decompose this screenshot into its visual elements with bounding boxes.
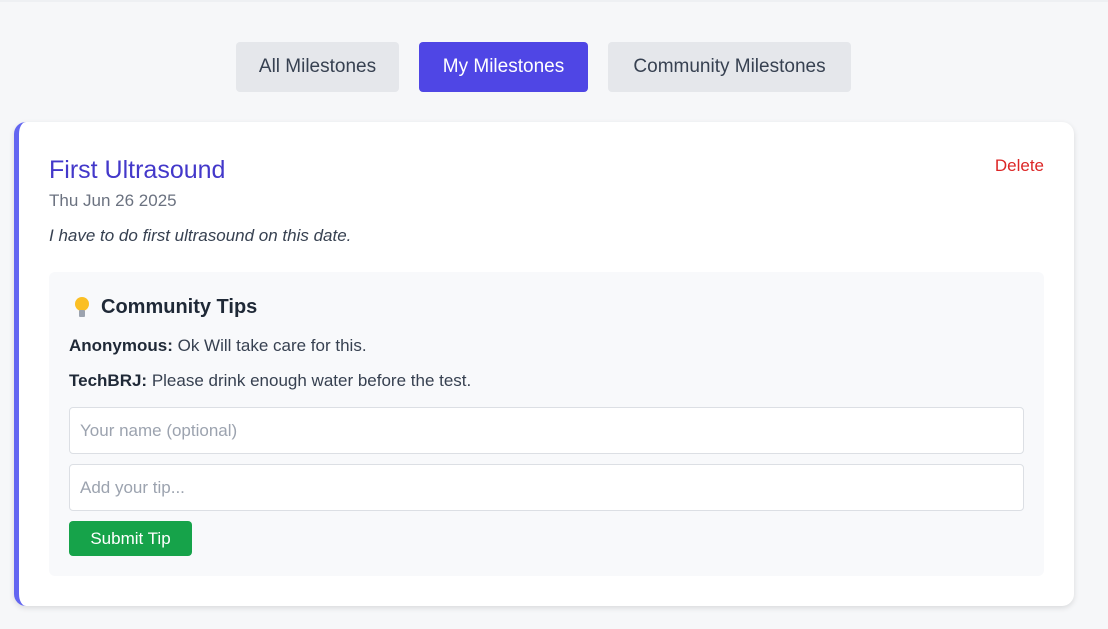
tips-header: Community Tips <box>73 296 257 319</box>
tab-my-milestones[interactable]: My Milestones <box>419 42 588 92</box>
tab-community-milestones[interactable]: Community Milestones <box>608 42 851 92</box>
community-tips-panel: Community Tips Anonymous: Ok Will take c… <box>49 272 1044 576</box>
tips-title: Community Tips <box>101 296 258 318</box>
top-divider <box>0 0 1108 2</box>
milestone-card: First Ultrasound Thu Jun 26 2025 I have … <box>14 122 1074 606</box>
tip-item: Anonymous: Ok Will take care for this. <box>69 336 367 356</box>
tab-all-milestones[interactable]: All Milestones <box>236 42 399 92</box>
milestone-tabs: All Milestones My Milestones Community M… <box>236 42 851 92</box>
name-input[interactable] <box>69 407 1024 454</box>
delete-button[interactable]: Delete <box>995 156 1044 176</box>
milestone-description: I have to do first ultrasound on this da… <box>49 226 352 245</box>
lightbulb-icon <box>73 296 91 319</box>
tip-text: Ok Will take care for this. <box>172 336 367 355</box>
milestone-title: First Ultrasound <box>49 156 226 184</box>
milestone-date: Thu Jun 26 2025 <box>49 191 177 210</box>
tip-input[interactable] <box>69 464 1024 511</box>
tip-item: TechBRJ: Please drink enough water befor… <box>69 371 471 391</box>
submit-tip-button[interactable]: Submit Tip <box>69 521 192 556</box>
tip-author: Anonymous: <box>69 336 173 355</box>
tip-text: Please drink enough water before the tes… <box>147 371 472 390</box>
tip-author: TechBRJ: <box>69 371 148 390</box>
